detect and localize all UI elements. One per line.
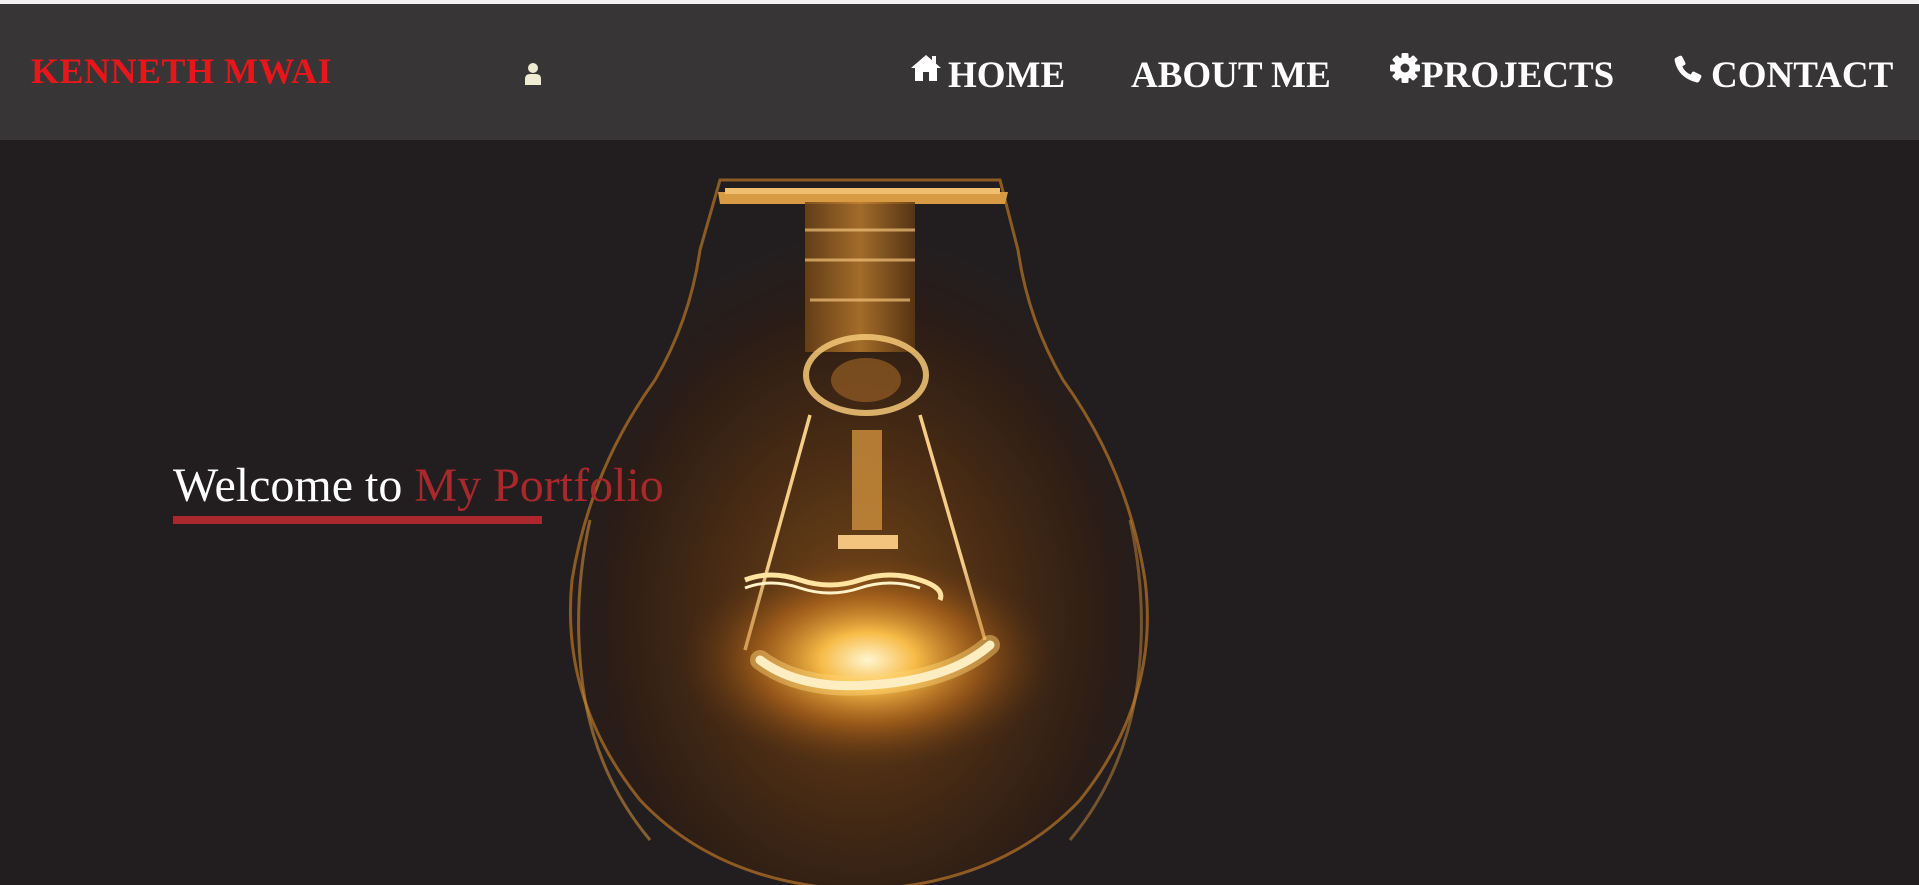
user-icon bbox=[524, 62, 542, 86]
navbar: KENNETH MWAI HOME ABOUT ME PROJECTS CONT… bbox=[0, 4, 1919, 140]
portfolio-page: KENNETH MWAI HOME ABOUT ME PROJECTS CONT… bbox=[0, 0, 1919, 885]
brand-logo-link[interactable]: KENNETH MWAI bbox=[31, 50, 332, 92]
nav-contact-label: CONTACT bbox=[1711, 54, 1894, 96]
nav-contact-link[interactable]: CONTACT bbox=[1673, 50, 1893, 100]
nav-projects-link[interactable]: PROJECTS bbox=[1389, 50, 1614, 100]
welcome-heading: Welcome to My Portfolio bbox=[173, 458, 664, 513]
nav-about-label: ABOUT ME bbox=[1131, 54, 1331, 96]
gear-icon bbox=[1389, 51, 1421, 83]
nav-home-label: HOME bbox=[948, 54, 1066, 96]
phone-icon bbox=[1673, 51, 1705, 83]
welcome-lead-text: Welcome to bbox=[173, 459, 415, 512]
welcome-accent-text: My Portfolio bbox=[414, 459, 664, 512]
nav-home-link[interactable]: HOME bbox=[910, 50, 1065, 100]
nav-projects-label: PROJECTS bbox=[1421, 54, 1615, 96]
hero-section: Welcome to My Portfolio bbox=[0, 140, 1919, 885]
home-icon bbox=[910, 51, 942, 83]
heading-underline bbox=[173, 516, 542, 524]
nav-about-link[interactable]: ABOUT ME bbox=[1131, 50, 1331, 100]
